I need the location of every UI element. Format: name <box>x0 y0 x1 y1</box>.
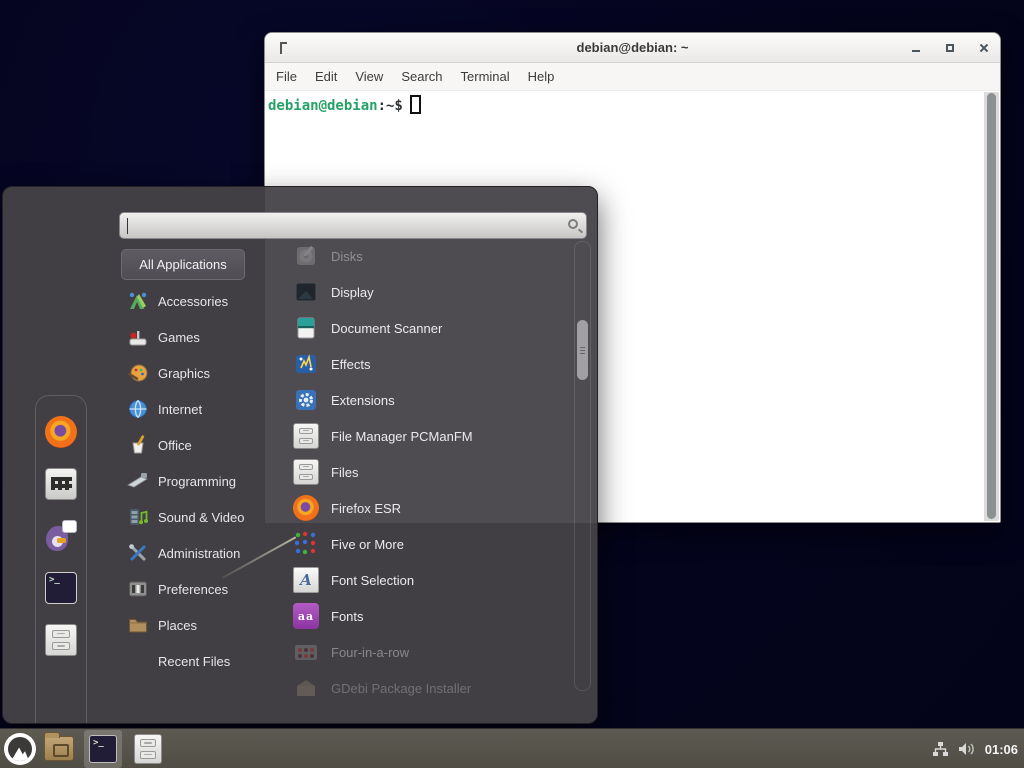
taskbar: >_ 01:06 <box>0 728 1024 768</box>
games-icon <box>127 326 149 348</box>
document-scanner-icon <box>293 315 319 341</box>
app-document-scanner[interactable]: Document Scanner <box>287 310 569 346</box>
taskbar-terminal-icon: >_ <box>89 735 117 763</box>
four-in-a-row-icon <box>293 639 319 665</box>
effects-icon <box>293 351 319 377</box>
terminal-cursor <box>410 95 421 114</box>
app-five-or-more[interactable]: Five or More <box>287 526 569 562</box>
programming-icon <box>127 470 149 492</box>
category-games[interactable]: Games <box>121 319 281 355</box>
administration-icon <box>127 542 149 564</box>
category-office[interactable]: Office <box>121 427 281 463</box>
menu-search[interactable]: Search <box>392 65 451 88</box>
pidgin-messenger-icon[interactable] <box>45 520 77 552</box>
terminal-launcher-icon[interactable]: >_ <box>45 572 77 604</box>
app-files[interactable]: Files <box>287 454 569 490</box>
pcmanfm-cabinet-icon <box>293 423 319 449</box>
office-icon <box>127 434 149 456</box>
favorites-sidebar: >_ <box>35 395 87 724</box>
places-folder-icon <box>127 614 149 636</box>
search-caret <box>127 218 128 234</box>
shell-prompt: debian@debian:~$ <box>268 95 421 114</box>
extensions-gear-icon <box>293 387 319 413</box>
minimize-button[interactable] <box>909 42 922 55</box>
category-sound-video[interactable]: Sound & Video <box>121 499 281 535</box>
app-disks[interactable]: Disks <box>287 238 569 274</box>
app-display[interactable]: Display <box>287 274 569 310</box>
app-list-scrollbar-track[interactable] <box>574 241 591 691</box>
recent-files-icon-empty <box>127 650 149 672</box>
category-graphics[interactable]: Graphics <box>121 355 281 391</box>
accessories-icon <box>127 290 149 312</box>
file-manager-icon[interactable] <box>45 624 77 656</box>
font-selection-icon: A <box>293 567 319 593</box>
category-accessories[interactable]: Accessories <box>121 283 281 319</box>
sound-video-icon <box>127 506 149 528</box>
app-effects[interactable]: Effects <box>287 346 569 382</box>
menu-view[interactable]: View <box>346 65 392 88</box>
application-menu: debian >_ All Applications Accessories <box>2 186 598 724</box>
maximize-button[interactable] <box>943 42 956 55</box>
network-icon[interactable] <box>932 741 949 758</box>
menu-terminal[interactable]: Terminal <box>452 65 519 88</box>
terminal-menubar: File Edit View Search Terminal Help <box>265 63 1000 91</box>
menu-logo-icon <box>8 737 32 761</box>
terminal-title: debian@debian: ~ <box>265 40 1000 55</box>
category-programming[interactable]: Programming <box>121 463 281 499</box>
app-fonts[interactable]: aa Fonts <box>287 598 569 634</box>
start-menu-button[interactable] <box>4 733 36 765</box>
category-list: Accessories Games Graphics Internet Offi… <box>121 283 281 679</box>
app-list-scrollbar-thumb[interactable] <box>577 320 588 380</box>
app-extensions[interactable]: Extensions <box>287 382 569 418</box>
menu-search-box[interactable] <box>119 212 587 239</box>
category-places[interactable]: Places <box>121 607 281 643</box>
app-firefox-esr[interactable]: Firefox ESR <box>287 490 569 526</box>
firefox-esr-icon <box>293 495 319 521</box>
prompt-user-host: debian@debian <box>268 98 378 114</box>
graphics-icon <box>127 362 149 384</box>
menu-help[interactable]: Help <box>519 65 564 88</box>
terminal-scrollbar-track[interactable] <box>984 92 999 521</box>
taskbar-clock[interactable]: 01:06 <box>985 742 1018 757</box>
preferences-icon <box>127 578 149 600</box>
taskbar-terminal-button[interactable]: >_ <box>84 730 122 768</box>
search-icon <box>568 219 578 229</box>
terminal-scrollbar-thumb[interactable] <box>987 93 996 519</box>
files-cabinet-icon <box>293 459 319 485</box>
terminal-titlebar[interactable]: debian@debian: ~ <box>265 33 1000 63</box>
volume-icon[interactable] <box>958 741 976 757</box>
keyboard-software-icon[interactable] <box>45 468 77 500</box>
category-preferences[interactable]: Preferences <box>121 571 281 607</box>
disks-icon <box>293 243 319 269</box>
menu-edit[interactable]: Edit <box>306 65 346 88</box>
five-or-more-icon <box>293 531 319 557</box>
menu-file[interactable]: File <box>267 65 306 88</box>
taskbar-folder-icon[interactable] <box>44 736 74 761</box>
taskbar-file-manager-icon[interactable] <box>134 734 162 764</box>
category-administration[interactable]: Administration <box>121 535 281 571</box>
display-icon <box>293 279 319 305</box>
gdebi-icon <box>293 675 319 701</box>
close-button[interactable] <box>977 42 990 55</box>
app-pcmanfm[interactable]: File Manager PCManFM <box>287 418 569 454</box>
app-four-in-a-row[interactable]: Four-in-a-row <box>287 634 569 670</box>
internet-globe-icon <box>127 398 149 420</box>
fonts-icon: aa <box>293 603 319 629</box>
app-font-selection[interactable]: A Font Selection <box>287 562 569 598</box>
terminal-window-icon <box>280 42 287 54</box>
all-applications-button[interactable]: All Applications <box>121 249 245 280</box>
prompt-path: :~$ <box>378 98 403 114</box>
application-list: Disks Display Document Scanner Effects E… <box>287 238 569 708</box>
search-input[interactable] <box>126 214 560 237</box>
app-gdebi[interactable]: GDebi Package Installer <box>287 670 569 706</box>
category-internet[interactable]: Internet <box>121 391 281 427</box>
category-recent-files[interactable]: Recent Files <box>121 643 281 679</box>
firefox-icon[interactable] <box>45 416 77 448</box>
